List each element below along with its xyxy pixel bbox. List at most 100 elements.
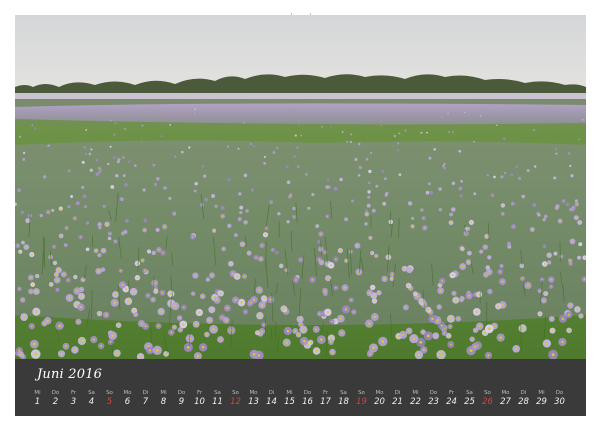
aster-flower [113,349,121,357]
aster-flower [20,210,25,215]
aster-flower [256,312,264,320]
aster-flower [569,238,576,245]
calendar-strip: Juni 2016 Mi 1 Do 2 Fr 3 Sa 4 So 5 Mo 6 Di 7 Mi 8 Do 9 Fr 1… [15,359,586,416]
aster-flower [410,224,415,229]
aster-flower [328,339,334,346]
aster-flower [432,332,440,340]
aster-flower [296,315,304,323]
aster-flower [368,169,372,174]
day-number: 13 [248,397,259,407]
aster-flower [533,129,536,132]
aster-flower [146,249,152,254]
aster-flower [405,282,412,289]
aster-flower [107,231,113,236]
aster-flower [51,208,55,212]
aster-flower [458,186,463,191]
aster-flower [364,222,368,226]
aster-flower [30,349,41,359]
aster-flower [72,216,78,221]
aster-flower [409,334,419,344]
aster-flower [84,205,88,209]
aster-flower [237,217,242,222]
calendar-day: Do 30 [551,390,568,408]
day-number: 7 [142,397,149,407]
aster-flower [228,260,234,267]
aster-flower [358,166,362,170]
aster-flower [567,302,574,309]
aster-flower [118,281,127,289]
aster-flower [276,146,279,150]
aster-flower [466,250,472,256]
aster-flower [255,286,263,294]
aster-flower [129,287,138,296]
aster-flower [142,267,148,274]
aster-flower [163,186,167,190]
aster-flower [62,342,70,350]
aster-flower [339,177,343,182]
aster-flower [482,244,489,250]
weekday-label: Do [303,390,312,396]
month-title: Juni 2016 [37,367,103,382]
aster-flower [300,134,303,137]
day-number: 14 [266,397,277,407]
aster-flower [510,224,517,230]
day-number: 23 [428,397,439,407]
aster-flower [425,190,430,195]
aster-flower [506,241,512,246]
aster-flower [406,266,413,274]
day-number: 3 [70,397,77,407]
weekday-label: Do [555,390,564,396]
aster-flower [264,226,269,231]
aster-flower [500,203,506,208]
aster-flower [32,307,41,316]
aster-flower [128,160,131,163]
aster-flower [484,324,494,334]
aster-flower [448,220,454,226]
calendar-day: Mo 13 [245,390,262,408]
aster-flower [438,187,442,191]
aster-flower [180,304,187,311]
aster-flower [500,175,504,179]
aster-flower [134,275,141,281]
aster-flower [97,222,102,227]
aster-flower [337,247,344,254]
aster-flower [325,185,329,189]
aster-flower [58,233,64,239]
aster-flower [493,175,496,179]
aster-flower [122,156,125,159]
aster-flower [376,290,382,296]
aster-flower [436,349,446,359]
aster-flower [367,190,371,194]
aster-flower [542,339,552,348]
aster-flower [420,346,428,354]
weekday-label: So [232,390,239,396]
aster-flower [393,135,396,137]
aster-flower [407,201,413,206]
aster-flower [169,124,172,126]
aster-flower [253,254,259,261]
day-row: Mi 1 Do 2 Fr 3 Sa 4 So 5 Mo 6 Di 7 Mi 8 Do 9 Fr 10 Sa 11 So 12 M… [34,390,565,412]
aster-flower [280,305,288,313]
day-number: 26 [482,397,493,407]
calendar-day: Di 21 [389,390,406,408]
aster-flower [198,343,208,352]
aster-flower [399,330,408,339]
aster-flower [422,225,428,231]
day-number: 19 [356,397,367,407]
aster-flower [446,314,455,323]
aster-flower [109,119,112,122]
aster-flower [447,324,453,330]
aster-flower [17,351,24,358]
aster-flower [42,175,47,179]
aster-flower [547,260,552,265]
aster-flower [214,204,218,208]
aster-flower [93,248,99,254]
aster-flower [246,250,252,256]
aster-flower [28,288,34,295]
aster-flower [110,184,115,189]
aster-flower [465,292,473,300]
weekday-label: Sa [88,390,95,396]
aster-flower [223,304,231,312]
aster-flower [459,297,464,303]
aster-flower [262,232,269,238]
